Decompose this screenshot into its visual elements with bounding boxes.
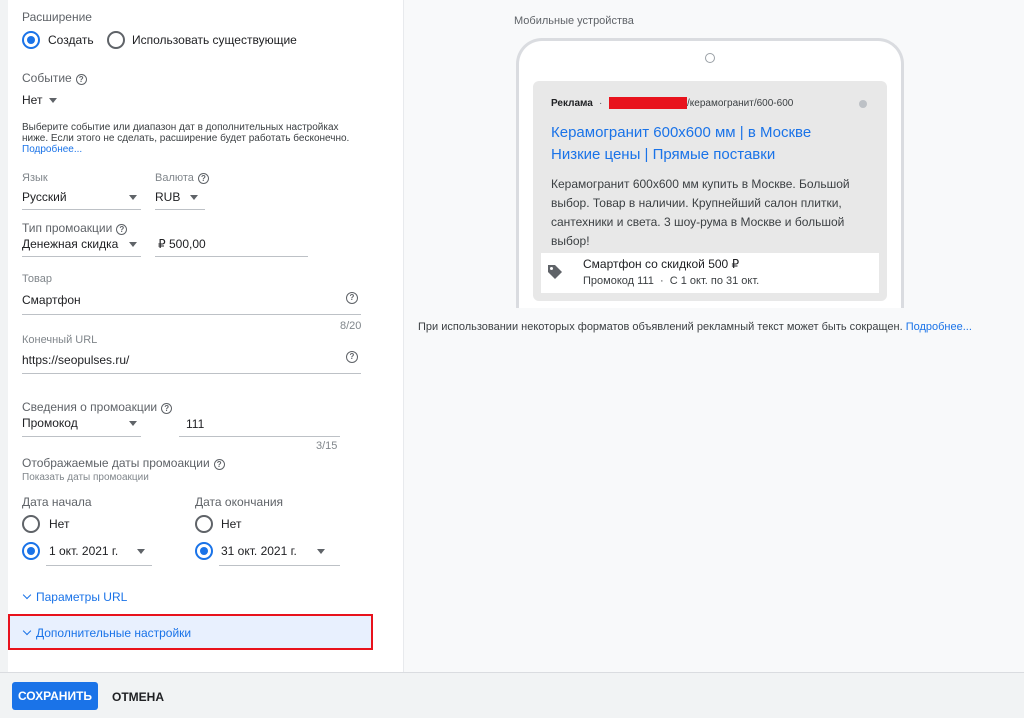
help-icon[interactable]: ? (346, 351, 358, 363)
ad-description: Керамогранит 600x600 мм купить в Москве.… (551, 177, 850, 248)
start-date-none-label[interactable]: Нет (49, 517, 69, 531)
advanced-settings-toggle[interactable]: Дополнительные настройки (8, 614, 373, 650)
promo-type-select[interactable]: Денежная скидка (22, 237, 118, 251)
help-icon[interactable]: ? (346, 292, 358, 304)
promo-code-input[interactable]: 111 (186, 417, 204, 431)
save-button[interactable]: СОХРАНИТЬ (12, 682, 98, 710)
end-date-custom-radio[interactable] (195, 542, 213, 560)
advanced-settings-link[interactable]: Дополнительные настройки (22, 626, 191, 640)
item-input[interactable]: Смартфон (22, 293, 81, 307)
ad-dot: · (599, 98, 603, 109)
ad-label: Реклама (551, 98, 593, 109)
promo-type-underline (22, 256, 141, 257)
item-label: Товар (22, 273, 52, 285)
start-date-underline (46, 565, 152, 566)
promo-code-counter: 3/15 (316, 440, 338, 452)
tag-icon (548, 265, 562, 279)
start-date-none-radio[interactable] (22, 515, 40, 533)
promo-details-select[interactable]: Промокод (22, 416, 78, 430)
ad-card: Реклама · /керамогранит/600-600 Керамогр… (533, 81, 887, 301)
preview-title: Мобильные устройства (514, 15, 634, 27)
final-url-underline (22, 373, 361, 374)
discount-underline (155, 256, 308, 257)
chevron-down-icon (22, 590, 32, 600)
discount-input[interactable]: ₽ 500,00 (158, 237, 206, 251)
radio-use-existing[interactable] (107, 31, 125, 49)
end-date-label: Дата окончания (195, 495, 284, 509)
item-underline (22, 314, 361, 315)
currency-underline (155, 209, 205, 210)
chevron-down-icon[interactable] (137, 549, 145, 554)
event-label: Событие? (22, 71, 87, 85)
promo-code-underline (179, 436, 340, 437)
url-params-toggle[interactable]: Параметры URL (22, 590, 127, 604)
chevron-down-icon[interactable] (129, 242, 137, 247)
footer-bar: СОХРАНИТЬ ОТМЕНА (0, 672, 1024, 718)
event-select[interactable]: Нет (22, 93, 42, 107)
help-icon[interactable]: ? (75, 74, 87, 85)
chevron-down-icon[interactable] (49, 98, 57, 103)
language-label: Язык (22, 172, 48, 184)
promo-details: Промокод 111 · С 1 окт. по 31 окт. (583, 275, 760, 287)
chevron-down-icon[interactable] (129, 195, 137, 200)
radio-use-existing-label[interactable]: Использовать существующие (132, 33, 297, 47)
language-underline (22, 209, 141, 210)
end-date-none-radio[interactable] (195, 515, 213, 533)
phone-camera-icon (705, 53, 715, 63)
chevron-down-icon (22, 626, 32, 636)
help-icon[interactable]: ? (116, 224, 128, 235)
cancel-button[interactable]: ОТМЕНА (112, 690, 164, 704)
promotion-extension[interactable]: Смартфон со скидкой 500 ₽ Промокод 111 ·… (541, 253, 879, 293)
redaction-block (609, 97, 687, 109)
end-date-none-label[interactable]: Нет (221, 517, 241, 531)
preview-note-link[interactable]: Подробнее... (906, 321, 972, 333)
chevron-down-icon[interactable] (317, 549, 325, 554)
item-counter: 8/20 (340, 320, 362, 332)
start-date-custom-radio[interactable] (22, 542, 40, 560)
final-url-label: Конечный URL (22, 334, 98, 346)
promo-dates-label: Отображаемые даты промоакции? (22, 456, 225, 470)
ad-headline[interactable]: Керамогранит 600x600 мм | в Москве Низки… (551, 122, 811, 166)
event-help-link[interactable]: Подробнее... (22, 144, 82, 155)
promo-title: Смартфон со скидкой 500 ₽ (583, 257, 740, 271)
promo-dates-sub: Показать даты промоакции (22, 472, 149, 483)
language-select[interactable]: Русский (22, 190, 67, 204)
help-icon[interactable]: ? (161, 403, 173, 414)
end-date-select[interactable]: 31 окт. 2021 г. (221, 544, 297, 558)
extension-label: Расширение (22, 10, 92, 24)
currency-label: Валюта? (155, 172, 209, 184)
phone-frame: Реклама · /керамогранит/600-600 Керамогр… (516, 38, 904, 308)
preview-note: При использовании некоторых форматов объ… (418, 321, 972, 333)
start-date-label: Дата начала (22, 495, 92, 509)
extension-form-panel: Расширение Создать Использовать существу… (8, 0, 403, 672)
radio-create-label[interactable]: Создать (48, 33, 94, 47)
final-url-input[interactable]: https://seopulses.ru/ (22, 353, 129, 367)
promo-details-label: Сведения о промоакции? (22, 400, 173, 414)
event-help-text: Выберите событие или диапазон дат в допо… (22, 122, 350, 155)
ad-display-url: /керамогранит/600-600 (687, 98, 794, 109)
promo-details-underline (22, 436, 141, 437)
promo-type-label: Тип промоакции? (22, 221, 128, 235)
currency-select[interactable]: RUB (155, 190, 180, 204)
chevron-down-icon[interactable] (190, 195, 198, 200)
help-icon[interactable]: ? (213, 459, 225, 470)
chevron-down-icon[interactable] (129, 421, 137, 426)
radio-create[interactable] (22, 31, 40, 49)
help-icon[interactable]: ? (197, 173, 209, 184)
end-date-underline (219, 565, 340, 566)
info-dot-icon (859, 100, 867, 108)
start-date-select[interactable]: 1 окт. 2021 г. (49, 544, 118, 558)
ad-preview-panel: Мобильные устройства Реклама · /керамогр… (403, 0, 1024, 672)
